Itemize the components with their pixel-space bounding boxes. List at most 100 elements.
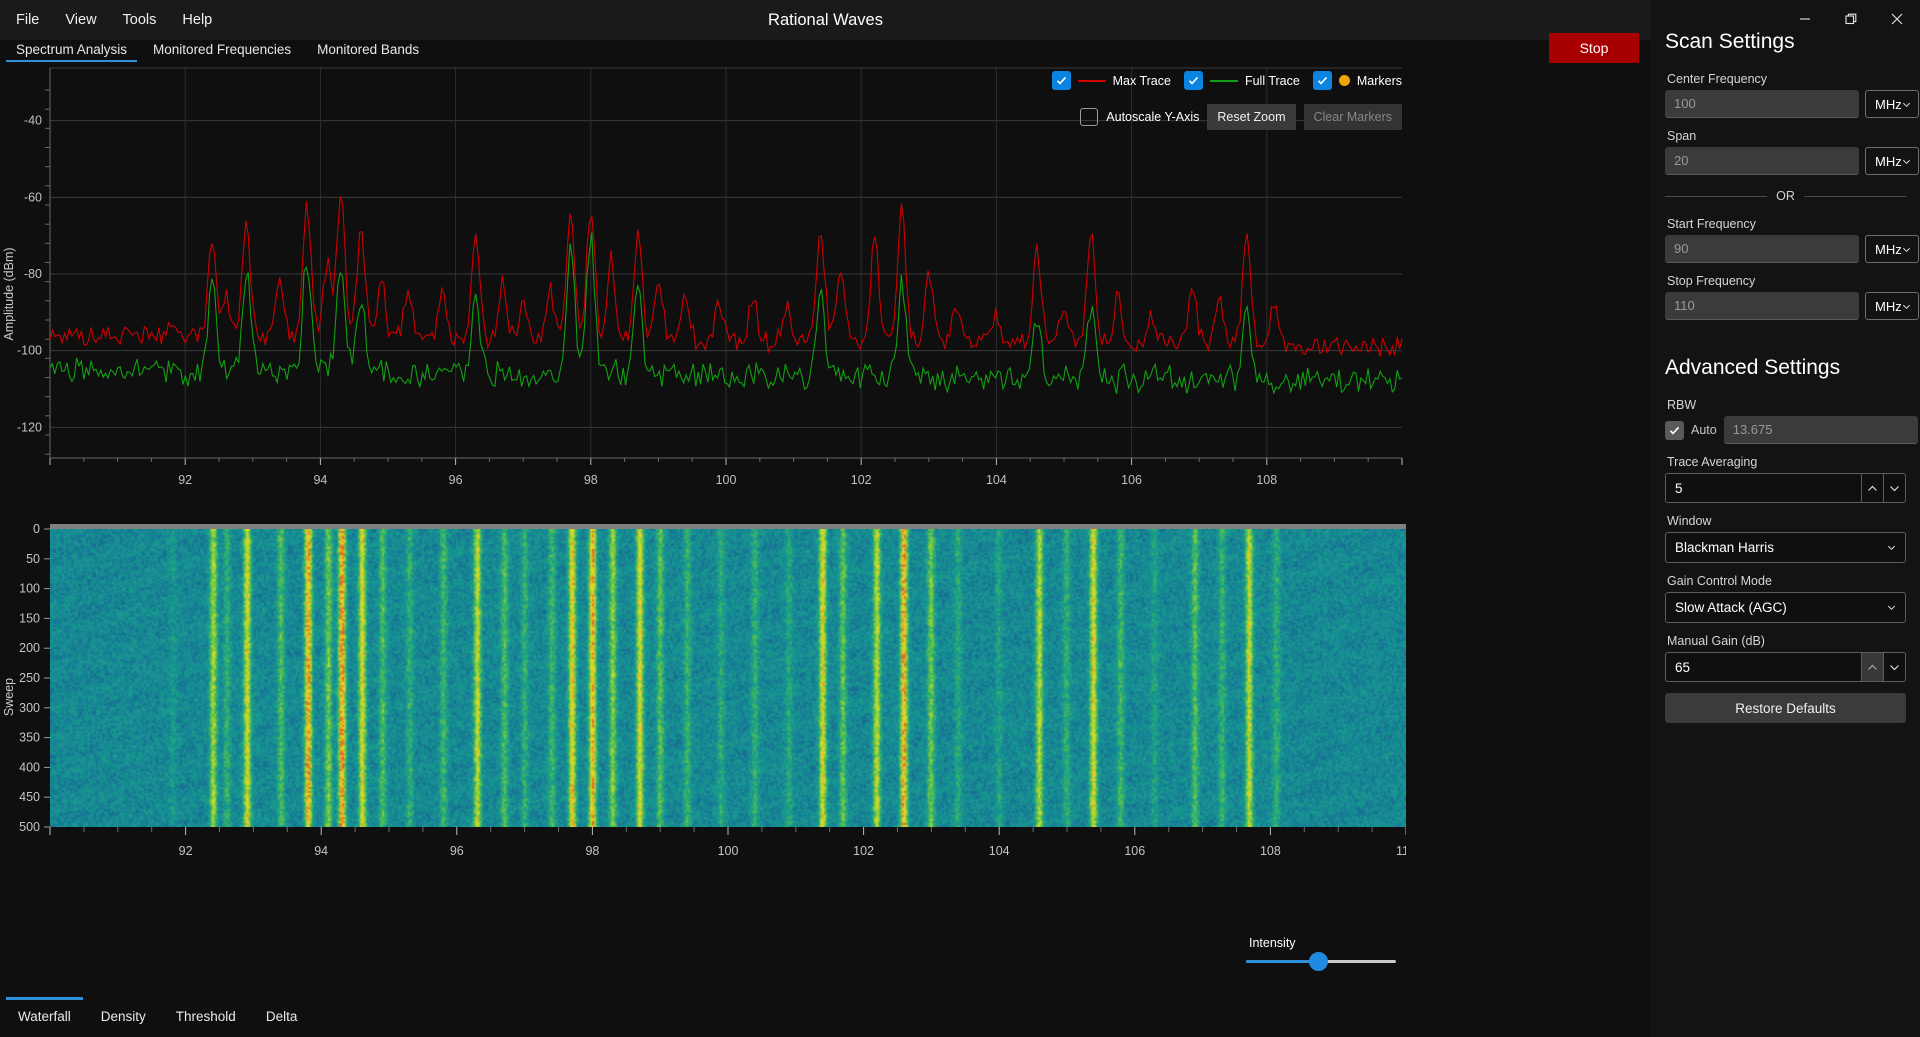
svg-text:-100: -100 [17,344,42,358]
rbw-auto-checkbox[interactable] [1665,421,1684,440]
full-trace-checkbox[interactable] [1184,71,1203,90]
svg-text:50: 50 [26,552,40,566]
start-frequency-unit-select[interactable]: MHz [1865,235,1919,263]
bottom-tab-threshold[interactable]: Threshold [164,999,248,1034]
rbw-row: Auto kHz [1665,416,1906,444]
waterfall-y-axis-title: Sweep [2,678,16,716]
autoscale-y-axis-checkbox[interactable] [1080,108,1098,126]
tab-monitored-bands[interactable]: Monitored Bands [307,42,429,62]
window-select[interactable]: Blackman Harris [1665,532,1906,563]
svg-text:108: 108 [1260,844,1281,858]
stop-frequency-unit-select[interactable]: MHz [1865,292,1919,320]
restore-icon[interactable] [1828,0,1874,38]
start-frequency-input[interactable] [1665,235,1859,263]
main-content: File View Tools Help Rational Waves Spec… [0,0,1651,1037]
max-trace-checkbox[interactable] [1052,71,1071,90]
bottom-tab-density[interactable]: Density [89,999,158,1034]
tab-spectrum-analysis[interactable]: Spectrum Analysis [6,42,137,62]
legend-item-full-trace[interactable]: Full Trace [1184,71,1300,90]
or-label: OR [1776,189,1795,203]
markers-checkbox[interactable] [1313,71,1332,90]
svg-text:150: 150 [19,611,40,625]
chevron-up-icon [1866,661,1879,674]
chart-legend: Max Trace Full Trace Markers [1039,71,1402,90]
svg-text:98: 98 [585,844,599,858]
minimize-icon[interactable] [1782,0,1828,38]
trace-averaging-input[interactable] [1665,473,1861,503]
markers-color-dot [1339,75,1350,86]
legend-item-markers[interactable]: Markers [1313,71,1402,90]
rbw-input[interactable] [1724,416,1918,444]
stop-frequency-input[interactable] [1665,292,1859,320]
or-divider: OR [1665,189,1906,203]
center-frequency-row: MHz [1665,90,1906,118]
waterfall-canvas[interactable] [50,529,1406,827]
manual-gain-stepper [1665,652,1906,682]
tab-bar: Spectrum Analysis Monitored Frequencies … [0,38,1651,62]
menu-item-tools[interactable]: Tools [113,6,167,34]
svg-text:100: 100 [718,844,739,858]
manual-gain-input[interactable] [1665,652,1861,682]
spectrum-chart[interactable]: -40-60-80-100-12092949698100102104106108… [0,62,1406,522]
bottom-tab-bar: Waterfall Density Threshold Delta [0,995,1651,1037]
stop-button[interactable]: Stop [1549,33,1639,63]
intensity-slider[interactable] [1246,960,1396,963]
span-unit-select[interactable]: MHz [1865,147,1919,175]
gain-control-mode-select[interactable]: Slow Attack (AGC) [1665,592,1906,623]
menu-item-file[interactable]: File [6,6,49,34]
start-frequency-row: MHz [1665,235,1906,263]
span-unit-value: MHz [1875,154,1902,169]
chevron-down-icon [1887,603,1896,612]
chevron-down-icon [1902,302,1911,311]
manual-gain-increment-button[interactable] [1861,652,1883,682]
menu-item-view[interactable]: View [55,6,106,34]
waterfall-display[interactable]: Sweep 0501001502002503003504004505009294… [0,522,1406,995]
legend-item-max-trace[interactable]: Max Trace [1052,71,1171,90]
span-input[interactable] [1665,147,1859,175]
chart-controls: Autoscale Y-Axis Reset Zoom Clear Marker… [1080,104,1402,130]
svg-text:104: 104 [989,844,1010,858]
bottom-tab-waterfall[interactable]: Waterfall [6,999,83,1034]
span-row: MHz [1665,147,1906,175]
svg-text:94: 94 [314,844,328,858]
intensity-slider-thumb[interactable] [1309,952,1328,971]
chevron-down-icon [1902,245,1911,254]
window-label: Window [1667,514,1906,528]
window-select-value: Blackman Harris [1675,540,1774,555]
span-label: Span [1667,129,1906,143]
svg-text:106: 106 [1124,844,1145,858]
title-bar: File View Tools Help Rational Waves [0,0,1651,40]
gain-control-mode-value: Slow Attack (AGC) [1675,600,1787,615]
svg-text:450: 450 [19,790,40,804]
tab-monitored-frequencies[interactable]: Monitored Frequencies [143,42,301,62]
close-icon[interactable] [1874,0,1920,38]
manual-gain-decrement-button[interactable] [1883,652,1906,682]
reset-zoom-button[interactable]: Reset Zoom [1207,104,1295,130]
svg-text:350: 350 [19,731,40,745]
svg-text:100: 100 [19,582,40,596]
manual-gain-label: Manual Gain (dB) [1667,634,1906,648]
max-trace-color-swatch [1078,80,1106,82]
full-trace-color-swatch [1210,80,1238,82]
svg-text:500: 500 [19,820,40,834]
trace-averaging-increment-button[interactable] [1861,473,1883,503]
menu-bar: File View Tools Help [0,0,222,40]
restore-defaults-button[interactable]: Restore Defaults [1665,693,1906,723]
trace-averaging-stepper [1665,473,1906,503]
menu-item-help[interactable]: Help [172,6,222,34]
chevron-down-icon [1888,661,1901,674]
start-frequency-unit-value: MHz [1875,242,1902,257]
svg-text:104: 104 [986,473,1007,487]
settings-sidebar: Scan Settings Center Frequency MHz Span … [1651,0,1920,1037]
advanced-settings-title: Advanced Settings [1665,356,1906,380]
bottom-tab-delta[interactable]: Delta [254,999,310,1034]
stop-frequency-unit-value: MHz [1875,299,1902,314]
spectrum-plot-svg[interactable]: -40-60-80-100-12092949698100102104106108 [0,62,1406,522]
center-frequency-input[interactable] [1665,90,1859,118]
center-frequency-unit-select[interactable]: MHz [1865,90,1919,118]
window-controls [1782,0,1920,38]
stop-frequency-row: MHz [1665,292,1906,320]
trace-averaging-decrement-button[interactable] [1883,473,1906,503]
chevron-down-icon [1888,482,1901,495]
svg-text:108: 108 [1256,473,1277,487]
